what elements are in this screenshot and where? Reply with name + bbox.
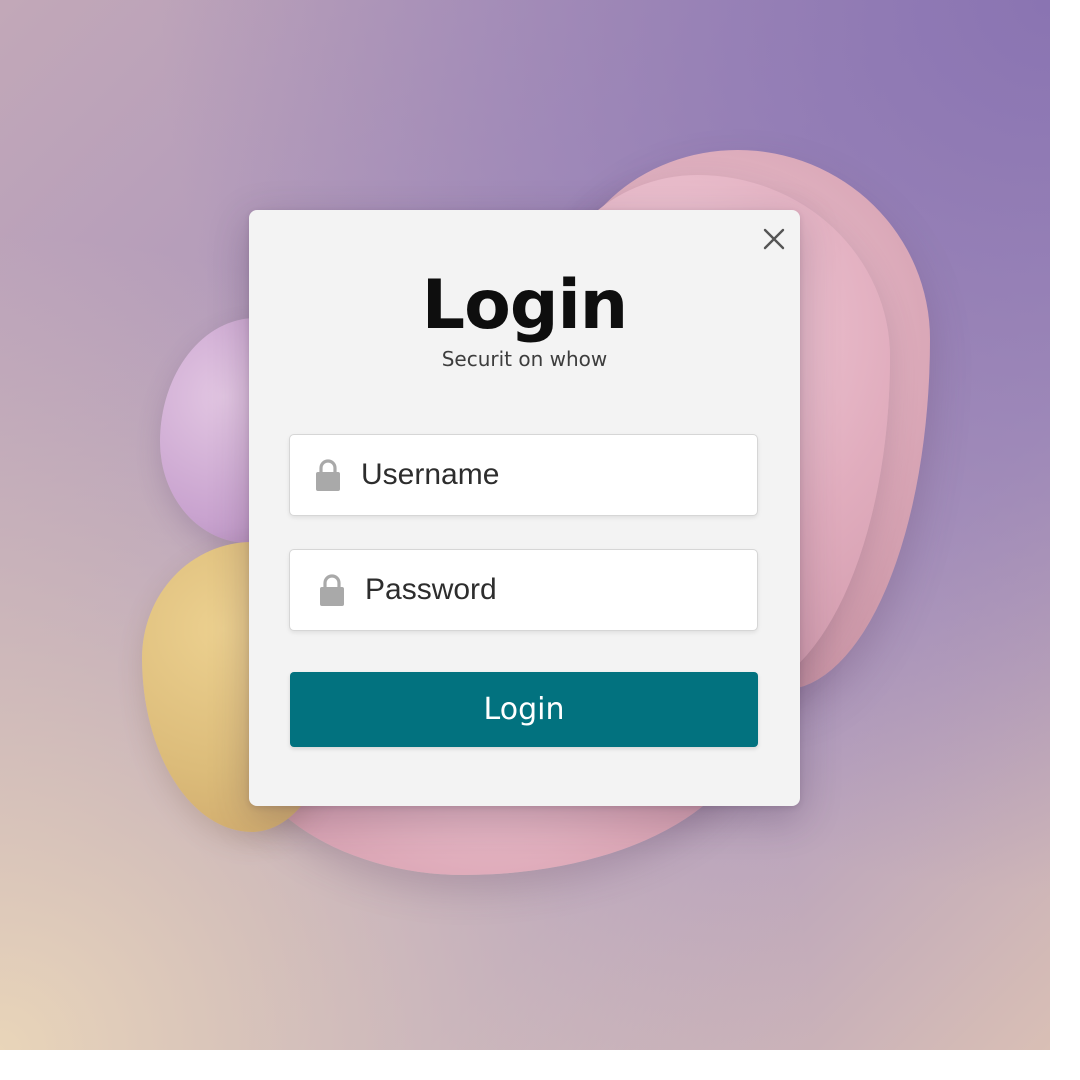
- login-dialog: Login Securit on whow Username Password …: [249, 210, 800, 806]
- password-placeholder: Password: [365, 573, 497, 606]
- username-field[interactable]: Username: [289, 434, 758, 516]
- lock-icon: [316, 459, 340, 491]
- lock-icon: [320, 574, 344, 606]
- dialog-subtitle: Securit on whow: [441, 347, 608, 371]
- login-button[interactable]: Login: [290, 672, 758, 747]
- username-placeholder: Username: [361, 458, 500, 491]
- login-button-label: Login: [483, 692, 565, 727]
- background: Login Securit on whow Username Password …: [0, 0, 1050, 1050]
- dialog-title: Login: [421, 266, 628, 345]
- password-field[interactable]: Password: [289, 549, 758, 631]
- close-icon[interactable]: [759, 224, 789, 254]
